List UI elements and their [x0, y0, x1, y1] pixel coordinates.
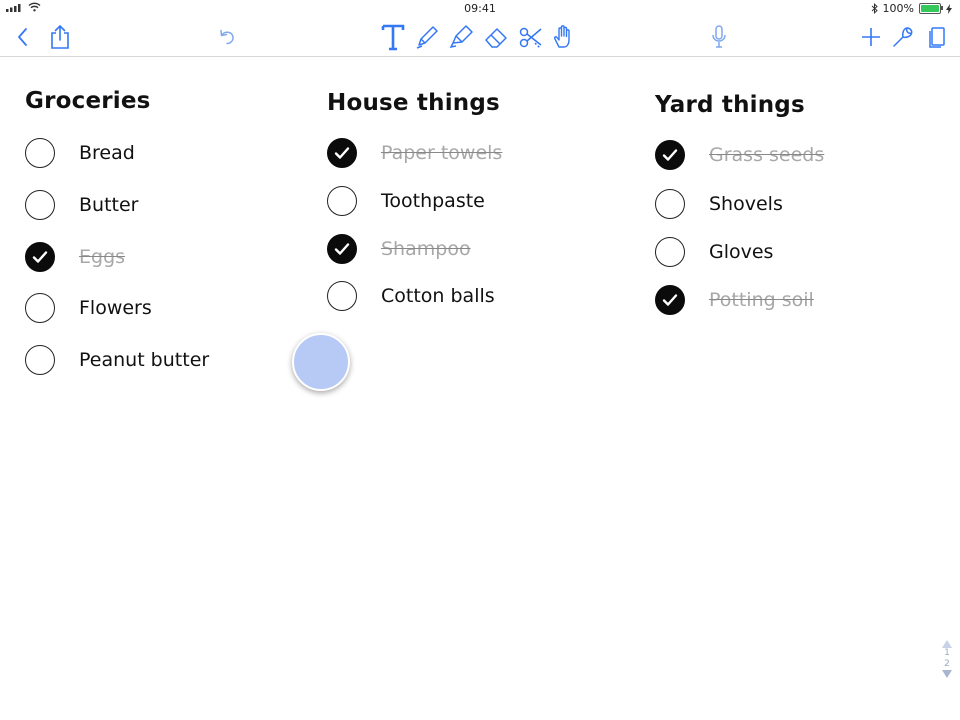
item-label[interactable]: Cotton balls — [381, 285, 495, 307]
pen-tool-icon — [416, 26, 438, 49]
add-icon — [862, 28, 880, 46]
bluetooth-icon — [871, 3, 878, 14]
scissors-tool-icon — [519, 27, 542, 49]
undo-button[interactable] — [212, 22, 242, 52]
checkbox[interactable] — [25, 293, 55, 323]
back-button[interactable] — [8, 22, 38, 52]
item-label[interactable]: Peanut butter — [79, 349, 209, 371]
item-label[interactable]: Grass seeds — [709, 144, 824, 166]
add-button[interactable] — [856, 22, 886, 52]
checkbox[interactable] — [25, 138, 55, 168]
list-item: Potting soil — [655, 285, 814, 315]
item-label[interactable]: Shovels — [709, 193, 783, 215]
list-house-things: House things Paper towels Toothpaste Sha… — [327, 86, 502, 311]
status-bar: 09:41 100% — [0, 0, 960, 18]
checkmark-icon — [32, 251, 48, 263]
battery-percent: 100% — [882, 2, 914, 15]
checkbox[interactable] — [25, 345, 55, 375]
text-tool-button[interactable] — [378, 22, 408, 52]
item-label[interactable]: Paper towels — [381, 142, 502, 164]
list-yard-things: Yard things Grass seeds Shovels Gloves P… — [655, 88, 824, 315]
item-label[interactable]: Potting soil — [709, 289, 814, 311]
item-label[interactable]: Gloves — [709, 241, 773, 263]
checkbox[interactable] — [327, 281, 357, 311]
page-up-icon[interactable] — [942, 640, 952, 648]
eraser-tool-button[interactable] — [481, 22, 511, 52]
list-item: Paper towels — [327, 138, 502, 168]
checkbox[interactable] — [655, 237, 685, 267]
item-label[interactable]: Flowers — [79, 297, 152, 319]
list-item: Gloves — [655, 237, 773, 267]
item-label[interactable]: Shampoo — [381, 238, 471, 260]
item-label[interactable]: Bread — [79, 142, 135, 164]
list-title: Yard things — [655, 92, 805, 118]
checkbox[interactable] — [655, 189, 685, 219]
list-title: House things — [327, 90, 500, 116]
page-total: 2 — [944, 659, 950, 669]
pages-button[interactable] — [922, 22, 952, 52]
highlighter-tool-button[interactable] — [446, 22, 476, 52]
list-item: Shovels — [655, 189, 783, 219]
list-item: Toothpaste — [327, 186, 485, 216]
microphone-button[interactable] — [704, 22, 734, 52]
hand-tool-button[interactable] — [549, 22, 579, 52]
list-item: Grass seeds — [655, 140, 824, 170]
checkmark-icon — [334, 147, 350, 159]
checkbox[interactable] — [655, 285, 685, 315]
microphone-icon — [712, 25, 726, 48]
share-icon — [51, 24, 69, 49]
checkmark-icon — [334, 243, 350, 255]
highlighter-tool-icon — [449, 25, 473, 49]
list-item: Peanut butter — [25, 345, 209, 375]
list-item: Shampoo — [327, 234, 471, 264]
checkbox[interactable] — [25, 190, 55, 220]
list-item: Butter — [25, 190, 138, 220]
item-label[interactable]: Eggs — [79, 246, 125, 268]
checkbox[interactable] — [655, 140, 685, 170]
list-groceries: Groceries Bread Butter Eggs Flowers Pean… — [25, 84, 209, 375]
battery-icon — [919, 3, 943, 14]
list-title: Groceries — [25, 88, 151, 114]
scissors-tool-button[interactable] — [516, 22, 546, 52]
text-tool-icon — [381, 24, 405, 51]
list-item: Eggs — [25, 242, 125, 272]
checkbox[interactable] — [327, 234, 357, 264]
back-icon — [18, 28, 27, 46]
page-down-icon[interactable] — [942, 670, 952, 678]
hand-tool-icon — [554, 25, 570, 48]
settings-wrench-icon — [893, 27, 913, 47]
checkbox[interactable] — [25, 242, 55, 272]
pages-icon — [929, 27, 945, 48]
touch-indicator — [292, 333, 350, 391]
item-label[interactable]: Butter — [79, 194, 138, 216]
share-button[interactable] — [45, 22, 75, 52]
list-item: Bread — [25, 138, 135, 168]
item-label[interactable]: Toothpaste — [381, 190, 485, 212]
checkbox[interactable] — [327, 186, 357, 216]
settings-button[interactable] — [888, 22, 918, 52]
eraser-tool-icon — [485, 28, 507, 48]
page-current: 1 — [944, 648, 950, 658]
charging-icon — [946, 3, 952, 14]
undo-icon — [220, 29, 234, 45]
status-right: 100% — [871, 2, 952, 15]
page-indicator: 1 2 — [940, 640, 954, 678]
checkbox[interactable] — [327, 138, 357, 168]
checkmark-icon — [662, 149, 678, 161]
list-item: Cotton balls — [327, 281, 495, 311]
status-time: 09:41 — [464, 2, 496, 15]
list-item: Flowers — [25, 293, 152, 323]
toolbar — [0, 18, 960, 57]
checkmark-icon — [662, 294, 678, 306]
pen-tool-button[interactable] — [412, 22, 442, 52]
